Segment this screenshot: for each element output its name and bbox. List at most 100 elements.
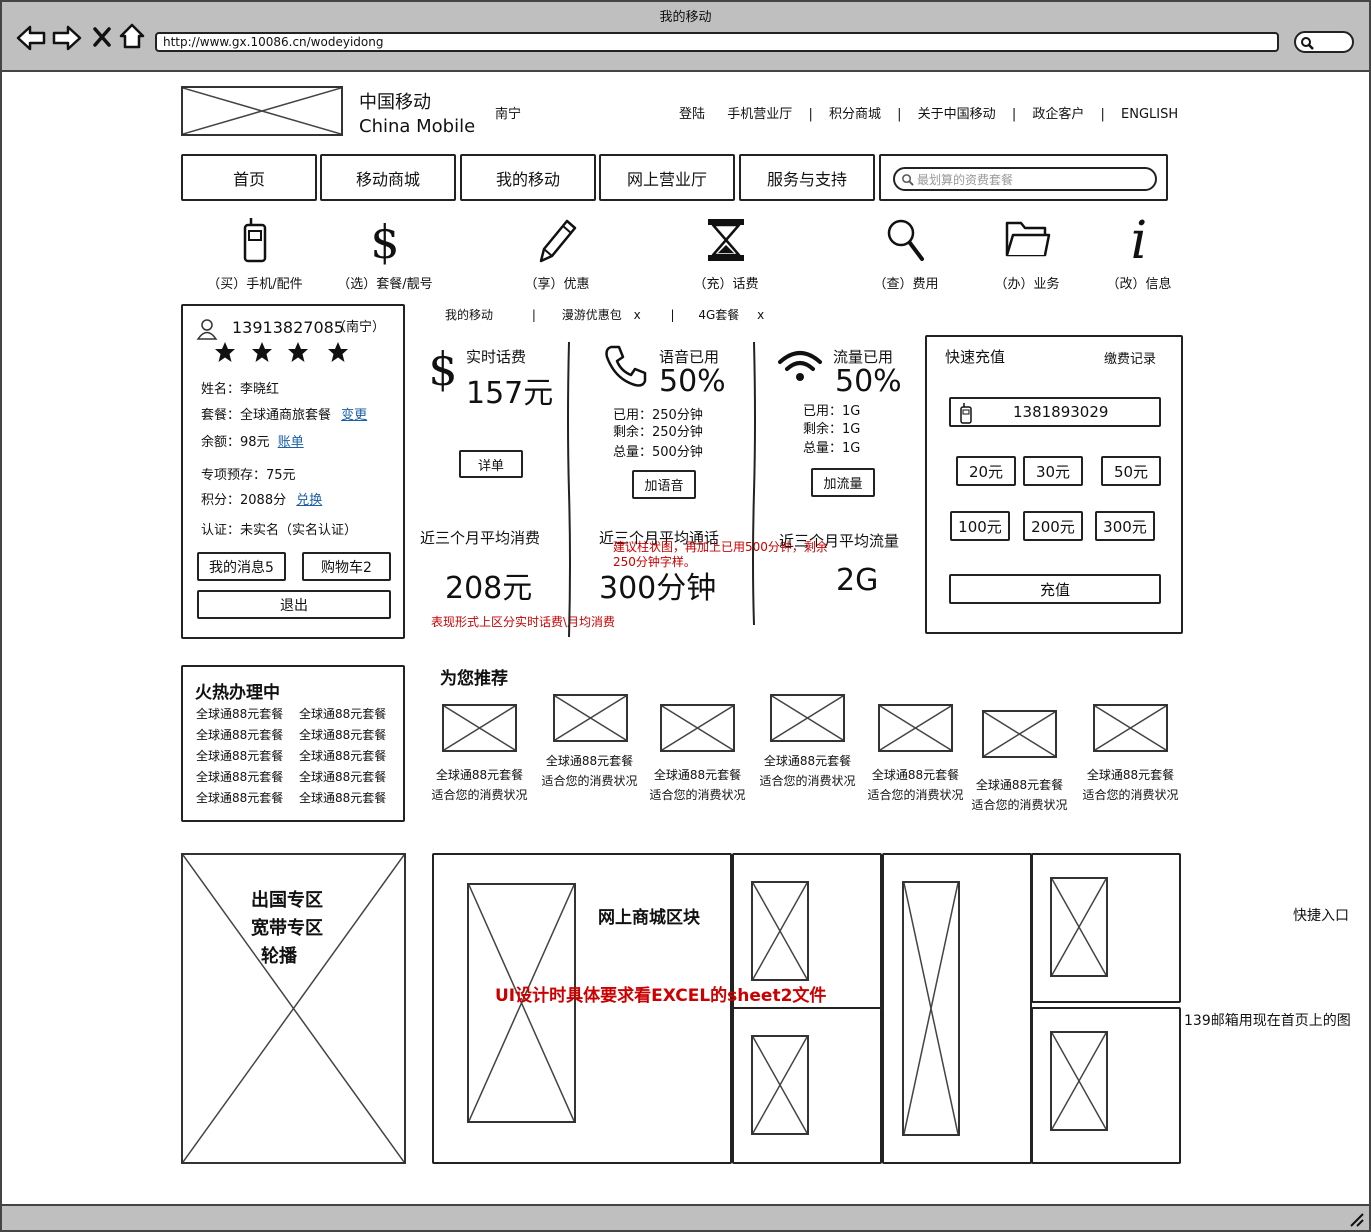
english-link[interactable]: ENGLISH: [1121, 107, 1178, 122]
hot-deal-link[interactable]: 全球通88元套餐: [299, 748, 399, 765]
nav-tab-home[interactable]: 首页: [181, 154, 317, 201]
nav-tab-my-mobile[interactable]: 我的移动: [460, 154, 596, 201]
mall-image-placeholder[interactable]: [751, 881, 809, 981]
recommend-line1: 全球通88元套餐: [975, 778, 1064, 792]
login-link[interactable]: 登陆: [679, 107, 705, 122]
amount-option[interactable]: 100元: [950, 511, 1010, 541]
fee-value: 157元: [466, 376, 554, 411]
resize-grip-icon[interactable]: [1347, 1210, 1365, 1228]
tab-4g[interactable]: 4G套餐: [698, 308, 739, 322]
browser-search-box[interactable]: [1294, 31, 1354, 53]
recommend-item[interactable]: 全球通88元套餐 适合您的消费状况: [1073, 704, 1188, 804]
back-arrow-icon[interactable]: [16, 24, 46, 52]
banner-carousel[interactable]: 出国专区 宽带专区 轮播: [181, 853, 406, 1164]
nav-tab-label: 网上营业厅: [626, 169, 707, 189]
tab-my-mobile[interactable]: 我的移动: [445, 308, 493, 322]
voice-total: 总量：500分钟: [613, 445, 703, 460]
forward-arrow-icon[interactable]: [52, 24, 82, 52]
about-link[interactable]: 关于中国移动: [918, 107, 996, 122]
mobile-hall-link[interactable]: 手机营业厅: [727, 107, 792, 122]
recommend-line2: 适合您的消费状况: [649, 788, 746, 802]
recommend-line1: 全球通88元套餐: [763, 754, 852, 768]
hot-deal-link[interactable]: 全球通88元套餐: [196, 706, 299, 723]
add-voice-button[interactable]: 加语音: [632, 470, 696, 499]
enterprise-link[interactable]: 政企客户: [1032, 107, 1084, 122]
messages-button[interactable]: 我的消息5: [197, 552, 286, 581]
detail-button[interactable]: 详单: [459, 450, 523, 478]
star-icon: [215, 342, 348, 362]
home-icon[interactable]: [118, 22, 146, 50]
amount-option[interactable]: 50元: [1101, 456, 1161, 486]
hot-deals-list: 全球通88元套餐 全球通88元套餐 全球通88元套餐 全球通88元套餐 全球通8…: [196, 706, 396, 807]
product-image-placeholder: [442, 704, 517, 752]
nav-tab-online-hall[interactable]: 网上营业厅: [599, 154, 735, 201]
svg-text:i: i: [1131, 211, 1148, 265]
city-selector[interactable]: 南宁: [495, 103, 521, 122]
recommend-item[interactable]: 全球通88元套餐 适合您的消费状况: [422, 704, 537, 804]
tab-roaming[interactable]: 漫游优惠包: [562, 308, 622, 322]
recommend-line2: 适合您的消费状况: [541, 774, 638, 788]
mall-image-placeholder[interactable]: [1050, 1031, 1108, 1131]
recommend-item[interactable]: 全球通88元套餐 适合您的消费状况: [750, 694, 865, 794]
quick-item-query[interactable]: （查）费用: [846, 215, 966, 295]
logout-button[interactable]: 退出: [197, 590, 391, 619]
hot-deal-link[interactable]: 全球通88元套餐: [196, 769, 299, 786]
change-plan-link[interactable]: 变更: [341, 408, 367, 423]
site-search-input[interactable]: 最划算的资费套餐: [893, 167, 1157, 191]
user-phone: 13913827085: [232, 318, 344, 337]
quick-item-plan[interactable]: $ （选）套餐/靓号: [325, 215, 445, 295]
address-bar[interactable]: http://www.gx.10086.cn/wodeyidong: [155, 32, 1279, 52]
quick-item-label: （享）优惠: [524, 277, 590, 292]
hot-deal-link[interactable]: 全球通88元套餐: [299, 769, 399, 786]
recommend-item[interactable]: 全球通88元套餐 适合您的消费状况: [640, 704, 755, 804]
amount-option[interactable]: 300元: [1095, 511, 1155, 541]
recommend-item[interactable]: 全球通88元套餐 适合您的消费状况: [962, 710, 1077, 812]
tab-close-icon[interactable]: x: [634, 308, 641, 322]
recommend-title: 为您推荐: [440, 669, 508, 689]
payment-history-link[interactable]: 缴费记录: [1104, 348, 1156, 367]
data-total: 总量：1G: [803, 441, 861, 456]
amount-option[interactable]: 30元: [1023, 456, 1083, 486]
button-label: 加流量: [823, 477, 863, 492]
mall-image-placeholder[interactable]: [902, 881, 960, 1136]
hot-deal-link[interactable]: 全球通88元套餐: [299, 727, 399, 744]
hot-deal-link[interactable]: 全球通88元套餐: [299, 790, 399, 807]
phone-icon: [960, 403, 972, 424]
quick-item-topup[interactable]: （充）话费: [666, 215, 786, 295]
nav-tab-label: 首页: [232, 169, 265, 189]
nav-tab-mall[interactable]: 移动商城: [320, 154, 456, 201]
bill-link[interactable]: 账单: [278, 435, 304, 450]
mall-title: 网上商城区块: [598, 908, 700, 928]
recommend-item[interactable]: 全球通88元套餐 适合您的消费状况: [532, 694, 647, 794]
tab-close-icon[interactable]: x: [757, 308, 764, 322]
quick-item-business[interactable]: （办）业务: [967, 215, 1087, 295]
nav-tab-support[interactable]: 服务与支持: [739, 154, 875, 201]
brand-cn: 中国移动: [359, 92, 431, 113]
quick-item-info[interactable]: i （改）信息: [1079, 210, 1199, 295]
points-mall-link[interactable]: 积分商城: [829, 107, 881, 122]
mall-image-placeholder[interactable]: [1050, 877, 1108, 977]
mall-image-placeholder[interactable]: [751, 1035, 809, 1135]
magnifier-icon: [887, 219, 924, 261]
mail-note: 139邮箱用现在首页上的图: [1184, 1013, 1351, 1029]
button-label: 详单: [477, 458, 504, 474]
hot-deal-link[interactable]: 全球通88元套餐: [196, 748, 299, 765]
cart-button[interactable]: 购物车2: [302, 552, 391, 581]
quick-item-phone[interactable]: （买）手机/配件: [195, 215, 315, 295]
dollar-icon: $: [370, 215, 399, 269]
user-city: （南宁）: [333, 320, 386, 335]
hot-deal-link[interactable]: 全球通88元套餐: [196, 727, 299, 744]
redeem-link[interactable]: 兑换: [296, 493, 322, 508]
hot-deal-link[interactable]: 全球通88元套餐: [299, 706, 399, 723]
add-data-button[interactable]: 加流量: [811, 468, 875, 497]
banner-labels: 出国专区 宽带专区 轮播: [251, 887, 323, 971]
recharge-phone-input[interactable]: 1381893029: [949, 397, 1161, 427]
close-icon[interactable]: [92, 26, 112, 48]
recharge-button[interactable]: 充值: [949, 574, 1161, 604]
recommend-item[interactable]: 全球通88元套餐 适合您的消费状况: [858, 704, 973, 804]
amount-option[interactable]: 20元: [956, 456, 1016, 486]
search-placeholder: 最划算的资费套餐: [917, 173, 1014, 187]
quick-item-discount[interactable]: （享）优惠: [497, 215, 617, 295]
amount-option[interactable]: 200元: [1023, 511, 1083, 541]
hot-deal-link[interactable]: 全球通88元套餐: [196, 790, 299, 807]
